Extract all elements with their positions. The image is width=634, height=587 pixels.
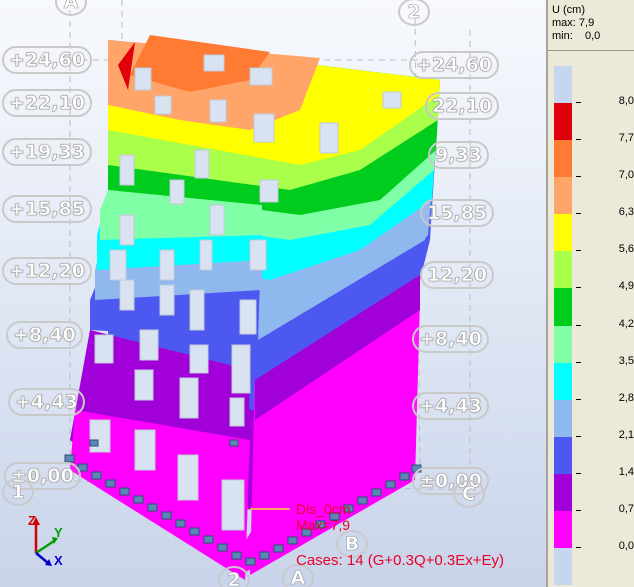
legend-value: 0,7 (618, 502, 634, 515)
triad-y-label: Y (54, 525, 63, 540)
load-case-label: Cases: 14 (G+0.3Q+0.3Ex+Ey) (296, 552, 505, 569)
level-label-left: +4,43 (8, 388, 85, 416)
legend-panel: U (cm) max: 7,9 min: 0,0 8,0 7,7 7,0 6,3 5,6… (546, 0, 634, 587)
legend-max: max: 7,9 (552, 17, 595, 29)
level-label-right: 15,85 (420, 199, 495, 227)
legend-tick (576, 102, 581, 104)
axis-label-2-bottom: 2 (218, 566, 250, 587)
level-label-right: 9,33 (428, 141, 489, 169)
level-label-left: +24,60 (2, 46, 93, 74)
legend-value: 4,2 (618, 317, 634, 330)
legend-swatch (554, 66, 572, 104)
legend-tick (576, 546, 581, 548)
level-label-right: +8,40 (412, 325, 489, 353)
legend-swatch (554, 103, 572, 141)
annotation-max: Max=7,9 (296, 517, 351, 533)
axis-label-1: 1 (2, 478, 34, 506)
legend-swatch (554, 362, 572, 401)
legend-value: 2,8 (618, 391, 634, 404)
legend-tick (576, 435, 581, 437)
color-scale (554, 66, 572, 586)
level-label-right: 22,10 (425, 92, 500, 120)
legend-tick (576, 287, 581, 289)
level-label-left: +22,10 (2, 89, 93, 117)
level-label-right: 12,20 (420, 261, 495, 289)
legend-tick (576, 176, 581, 178)
legend-swatch (554, 288, 572, 326)
legend-tick (576, 398, 581, 400)
level-label-left: +12,20 (2, 257, 93, 285)
level-label-left: +8,40 (6, 321, 83, 349)
axis-label-c: C (453, 480, 485, 508)
legend-value: 5,6 (618, 243, 634, 256)
legend-tick (576, 139, 581, 141)
legend-swatch (554, 436, 572, 475)
legend-swatch (554, 251, 572, 289)
legend-value: 4,9 (618, 280, 634, 293)
legend-tick (576, 509, 581, 511)
legend-value: 1,4 (618, 465, 634, 478)
legend-swatch (554, 510, 572, 549)
level-label-right: +24,60 (409, 51, 500, 79)
annotation-dis: Dis_0cm (296, 501, 351, 517)
legend-min: min: 0,0 (552, 30, 601, 42)
legend-tick (576, 361, 581, 363)
legend-value: 8,0 (618, 95, 634, 108)
legend-swatch (554, 473, 572, 512)
legend-tick (576, 250, 581, 252)
legend-swatch (554, 140, 572, 178)
triad-z-label: Z (28, 513, 36, 528)
legend-swatch (554, 325, 572, 364)
legend-value: 3,5 (618, 354, 634, 367)
legend-swatch (554, 177, 572, 215)
legend-divider (548, 50, 634, 51)
axis-triad: Z Y X (14, 513, 72, 569)
legend-tick (576, 324, 581, 326)
legend-title: U (cm) (552, 4, 585, 16)
legend-value: 6,3 (618, 206, 634, 219)
model-viewport[interactable]: +24,60 +22,10 +19,33 +15,85 +12,20 +8,40… (0, 0, 546, 587)
triad-x-label: X (54, 553, 63, 568)
legend-value: 7,0 (618, 169, 634, 182)
level-label-left: +19,33 (2, 138, 93, 166)
legend-value: 2,1 (618, 428, 634, 441)
level-label-left: +15,85 (2, 195, 93, 223)
level-label-right: +4,43 (412, 392, 489, 420)
legend-tick (576, 472, 581, 474)
legend-tick (576, 213, 581, 215)
legend-swatch (554, 547, 572, 586)
legend-swatch (554, 214, 572, 252)
legend-value: 0,0 (618, 539, 634, 552)
legend-value: 7,7 (618, 132, 634, 145)
legend-swatch (554, 399, 572, 438)
